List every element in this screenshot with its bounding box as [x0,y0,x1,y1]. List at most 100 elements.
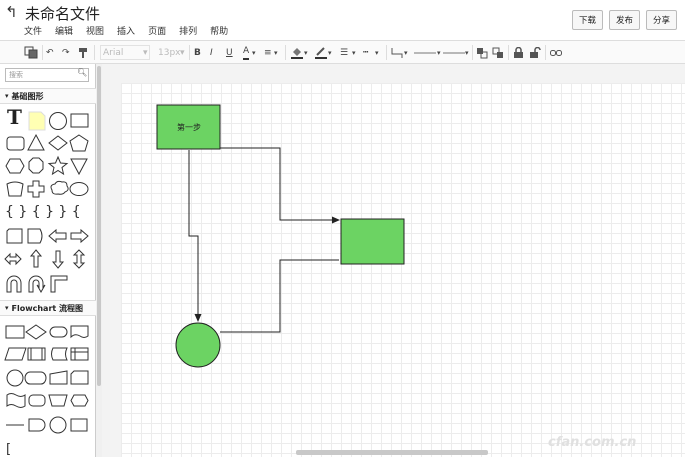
lock-icon[interactable] [514,45,523,60]
manual-input-shape [49,370,68,385]
toolbar-divider [545,45,546,60]
chevron-down-icon: ▾ [375,48,379,57]
underline-button[interactable]: U [226,45,233,60]
chevron-down-icon: ▾ [304,48,308,57]
decision-shape [25,324,47,340]
sidebar-scroll-thumb[interactable] [97,66,101,386]
u-arrow-shape [28,275,46,294]
right-arrow-shape [70,228,89,244]
font-color-button[interactable]: A [243,45,250,60]
circle-shape [49,112,67,130]
start-arrow-icon[interactable] [414,45,436,60]
left-arrow-shape [48,228,67,244]
card-shape [6,228,23,244]
tape-shape [27,228,43,244]
publish-button[interactable]: 发布 [608,10,640,30]
menu-view[interactable]: 视图 [86,24,104,37]
connector-type-icon[interactable] [391,45,403,60]
align-icon[interactable]: ≡ [264,45,272,60]
style-copy-icon[interactable] [24,45,38,60]
menu-help[interactable]: 帮助 [210,24,228,37]
note-shape [28,111,46,131]
section-label: 基础图形 [11,91,44,101]
ellipse-shape [69,182,89,196]
text-shape: T [7,105,22,129]
corner-shape [50,275,68,293]
down-arrow-shape [51,250,65,269]
canvas-horizontal-scrollbar[interactable] [296,450,488,455]
flow-node-circle [175,322,221,368]
trapezoid-shape [6,181,24,197]
unlock-icon[interactable] [530,45,541,60]
line-color-icon[interactable] [315,45,327,60]
bold-button[interactable]: B [194,45,201,60]
octagon-shape [28,157,44,174]
hexagon-shape [5,158,25,174]
bring-to-front-icon[interactable] [476,45,488,60]
brace-shapes: { } { } } { [5,204,81,220]
internal-storage-shape [70,347,89,361]
italic-button[interactable]: I [210,45,213,60]
share-button[interactable]: 分享 [645,10,677,30]
stored-data-shape [51,347,68,361]
send-to-back-icon[interactable] [492,45,504,60]
group-icon[interactable] [550,45,562,60]
inverted-triangle-shape [70,158,88,176]
toolbar-divider [42,45,43,60]
chevron-down-icon: ▾ [465,48,469,57]
line-style-icon[interactable]: ┅ [363,45,368,60]
flow-node-step1 [156,104,221,150]
pentagon-shape [69,134,89,152]
document-title[interactable]: 未命名文件 [25,3,100,24]
chevron-down-icon: ▾ [180,47,185,58]
flowchart-shape-palette: [ [4,324,89,457]
menu-edit[interactable]: 编辑 [55,24,73,37]
preparation-shape [70,394,89,407]
top-bar: ↰ 未命名文件 文件 编辑 视图 插入 页面 排列 帮助 下载 发布 分享 [0,0,685,40]
punched-tape-shape [6,393,26,408]
format-painter-icon[interactable] [78,45,88,60]
rounded-rect-shape [6,136,25,151]
menu-file[interactable]: 文件 [24,24,42,37]
section-label: Flowchart 流程图 [11,303,83,313]
chevron-down-icon: ▾ [352,48,356,57]
toolbar-divider [508,45,509,60]
chevron-down-icon: ▾ [5,304,9,312]
back-arrow-icon[interactable]: ↰ [5,3,18,21]
up-arrow-shape [29,249,43,268]
chevron-down-icon: ▾ [5,92,9,100]
redo-icon[interactable]: ↷ [62,45,70,60]
header-actions: 下载 发布 分享 [571,10,677,30]
chevron-down-icon: ▾ [274,48,278,57]
chevron-down-icon: ▾ [252,48,256,57]
font-size-select[interactable]: 13px [158,45,182,60]
rectangle-shape [70,113,89,128]
document-shape [70,325,89,339]
menu-arrange[interactable]: 排列 [179,24,197,37]
end-arrow-icon[interactable] [443,45,465,60]
off-page-connector-shape [70,418,88,432]
vertical-double-arrow-shape [72,249,86,269]
on-page-connector-shape [49,416,67,434]
basic-shape-palette: T { } { } } { [4,105,89,294]
line-width-icon[interactable]: ☰ [340,45,348,60]
undo-icon[interactable]: ↶ [46,45,54,60]
u-turn-shape [6,275,22,293]
download-button[interactable]: 下载 [571,10,603,30]
watermark-text: cfan.com.cn [548,435,637,450]
menu-insert[interactable]: 插入 [117,24,135,37]
fill-color-icon[interactable] [291,45,303,60]
chevron-down-icon: ▾ [437,48,441,57]
star-shape [47,155,69,176]
menu-page[interactable]: 页面 [148,24,166,37]
search-icon[interactable]: 🔍︎ [77,68,87,77]
flow-node-rect [340,218,405,265]
section-flowchart[interactable]: ▾ Flowchart 流程图 [0,300,96,316]
section-basic-shapes[interactable]: ▾ 基础图形 [0,88,96,104]
chevron-down-icon: ▾ [143,47,148,58]
toolbar-divider [94,45,95,60]
toolbar-divider [189,45,190,60]
triangle-shape [27,133,45,151]
toolbar-divider [285,45,286,60]
toolbar-divider [386,45,387,60]
